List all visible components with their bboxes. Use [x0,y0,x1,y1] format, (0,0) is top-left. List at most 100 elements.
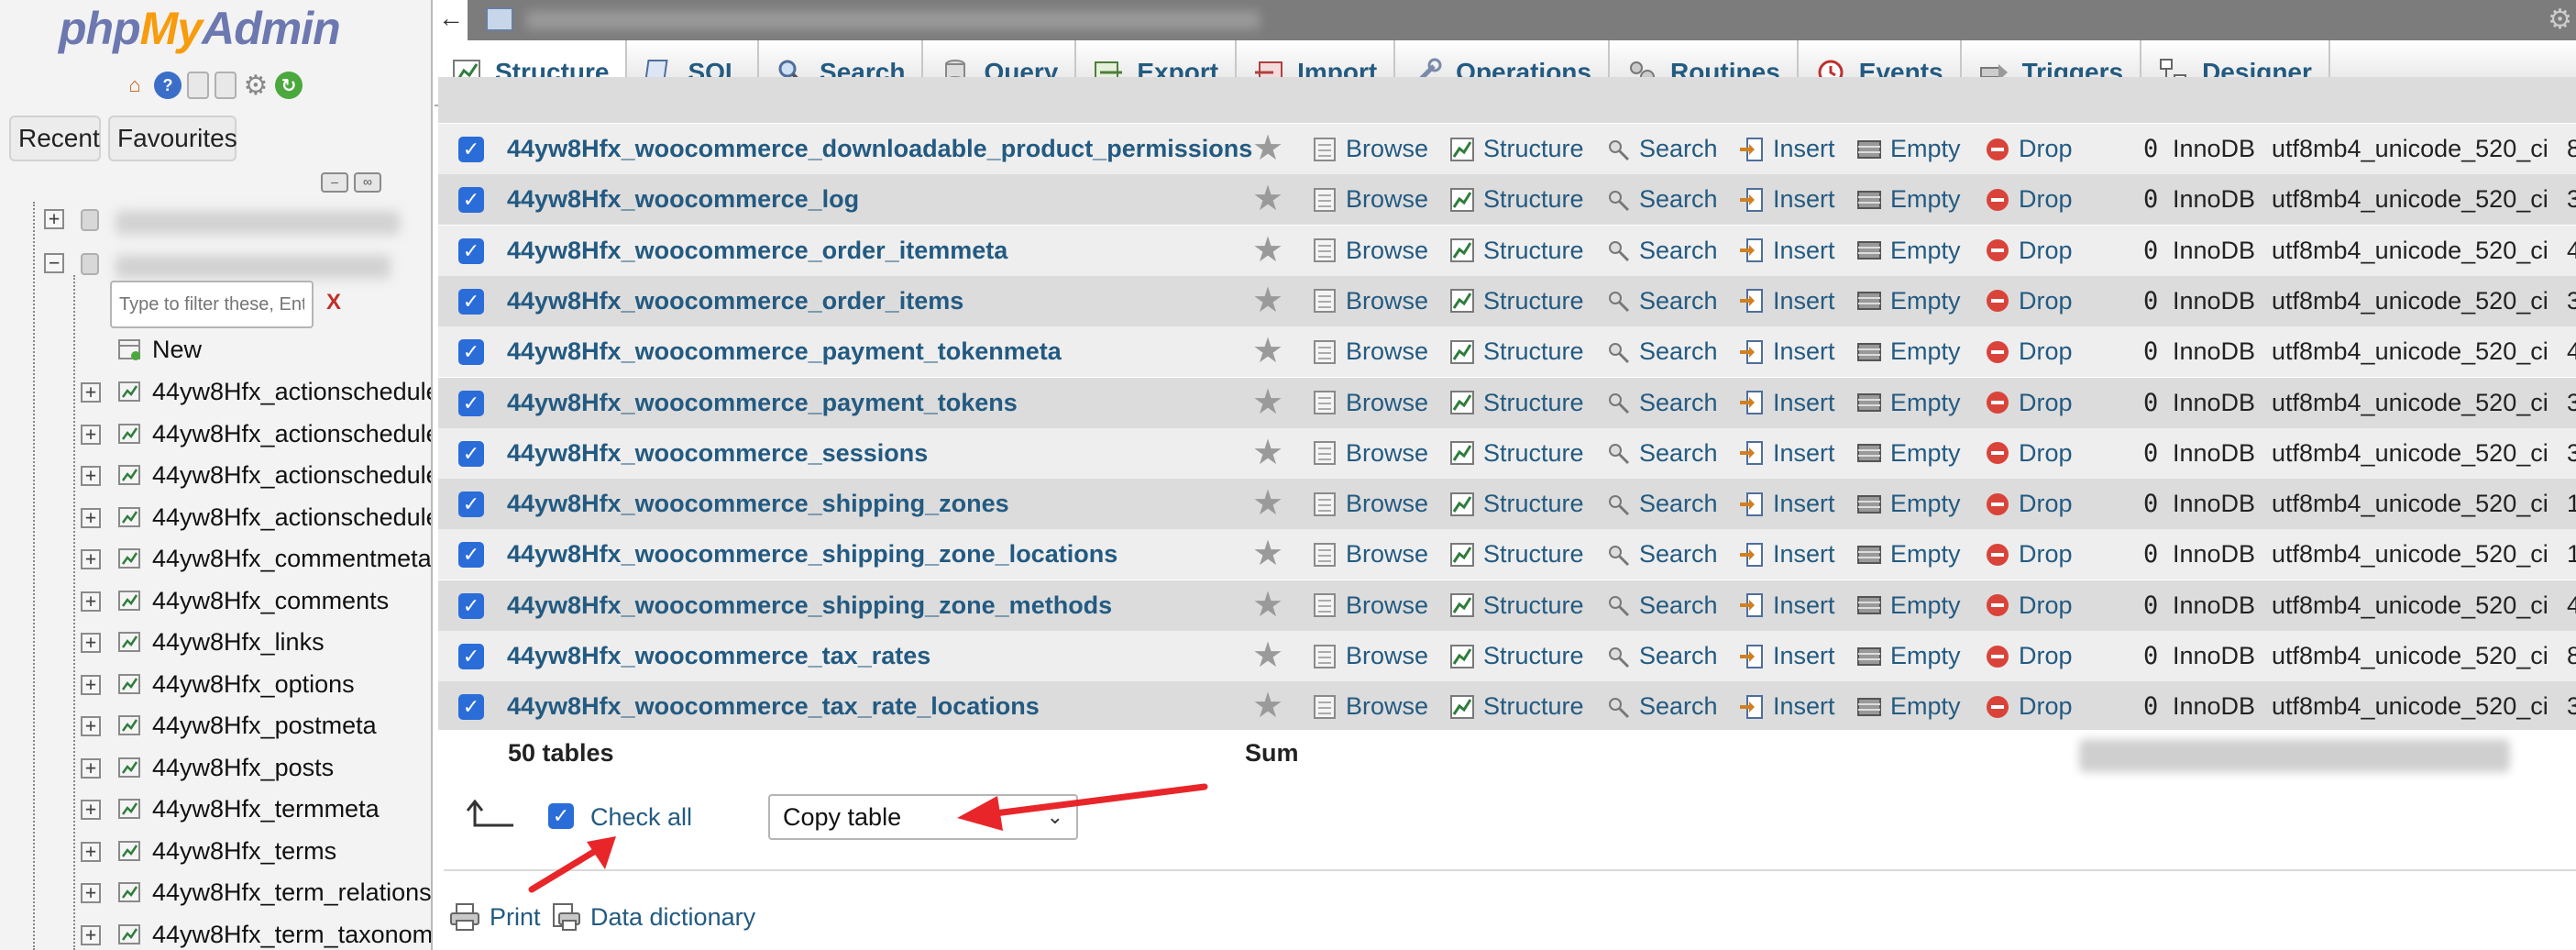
row-checkbox[interactable]: ✓ [458,694,484,721]
expand-table-icon[interactable]: + [81,883,101,903]
expand-table-icon[interactable]: + [81,424,101,445]
structure-action-link[interactable]: Structure [1448,642,1584,670]
browse-action-link[interactable]: Browse [1311,692,1428,721]
insert-action-link[interactable]: Insert [1738,337,1835,366]
empty-action-link[interactable]: Empty [1855,135,1961,163]
structure-action-link[interactable]: Structure [1448,287,1584,315]
browse-action-link[interactable]: Browse [1311,439,1428,468]
insert-action-link[interactable]: Insert [1738,389,1835,417]
structure-action-link[interactable]: Structure [1448,135,1584,163]
drop-action-link[interactable]: Drop [1984,439,2073,468]
expand-table-icon[interactable]: + [81,591,101,612]
structure-action-link[interactable]: Structure [1448,439,1584,468]
empty-action-link[interactable]: Empty [1855,287,1961,315]
insert-action-link[interactable]: Insert [1738,439,1835,468]
expand-table-icon[interactable]: + [81,633,101,653]
structure-action-link[interactable]: Structure [1448,337,1584,366]
browse-action-link[interactable]: Browse [1311,389,1428,417]
drop-action-link[interactable]: Drop [1984,237,2073,265]
insert-action-link[interactable]: Insert [1738,135,1835,163]
table-name-link[interactable]: 44yw8Hfx_woocommerce_downloadable_produc… [507,135,1252,163]
structure-action-link[interactable]: Structure [1448,237,1584,265]
favourite-star-icon[interactable]: ★ [1252,131,1283,166]
insert-action-link[interactable]: Insert [1738,490,1835,518]
favourite-star-icon[interactable]: ★ [1252,588,1283,623]
insert-action-link[interactable]: Insert [1738,692,1835,721]
table-name-link[interactable]: 44yw8Hfx_woocommerce_order_items [507,287,963,315]
empty-action-link[interactable]: Empty [1855,490,1961,518]
browse-action-link[interactable]: Browse [1311,540,1428,569]
favourites-button[interactable]: Favourites [108,116,237,161]
row-checkbox[interactable]: ✓ [458,137,484,162]
row-checkbox[interactable]: ✓ [458,390,484,416]
row-checkbox[interactable]: ✓ [458,644,484,669]
browse-action-link[interactable]: Browse [1311,642,1428,670]
browse-action-link[interactable]: Browse [1311,185,1428,214]
insert-action-link[interactable]: Insert [1738,540,1835,569]
home-icon[interactable]: ⌂ [121,72,149,99]
docs-icon[interactable] [187,72,209,99]
expand-db-icon[interactable]: + [44,209,64,229]
favourite-star-icon[interactable]: ★ [1252,536,1283,571]
expand-table-icon[interactable]: + [81,382,101,403]
row-checkbox[interactable]: ✓ [458,440,484,467]
structure-action-link[interactable]: Structure [1448,185,1584,214]
drop-action-link[interactable]: Drop [1984,135,2073,163]
browse-action-link[interactable]: Browse [1311,287,1428,315]
favourite-star-icon[interactable]: ★ [1252,385,1283,420]
row-checkbox[interactable]: ✓ [458,187,484,214]
expand-table-icon[interactable]: + [81,466,101,486]
search-action-link[interactable]: Search [1604,642,1718,670]
collapse-nav-button[interactable]: ← [435,0,468,40]
structure-action-link[interactable]: Structure [1448,591,1584,620]
table-name-link[interactable]: 44yw8Hfx_woocommerce_tax_rate_locations [507,692,1040,721]
table-name-link[interactable]: 44yw8Hfx_woocommerce_log [507,185,859,214]
insert-action-link[interactable]: Insert [1738,185,1835,214]
check-all-label[interactable]: Check all [590,803,692,832]
database-name-redacted[interactable] [116,211,400,235]
browse-action-link[interactable]: Browse [1311,135,1428,163]
drop-action-link[interactable]: Drop [1984,337,2073,366]
row-checkbox[interactable]: ✓ [458,238,484,264]
expand-table-icon[interactable]: + [81,716,101,736]
insert-action-link[interactable]: Insert [1738,237,1835,265]
search-action-link[interactable]: Search [1604,540,1718,569]
table-name-link[interactable]: 44yw8Hfx_woocommerce_payment_tokenmeta [507,337,1062,366]
favourite-star-icon[interactable]: ★ [1252,689,1283,724]
empty-action-link[interactable]: Empty [1855,389,1961,417]
drop-action-link[interactable]: Drop [1984,389,2073,417]
favourite-star-icon[interactable]: ★ [1252,436,1283,470]
sql-docs-icon[interactable] [215,72,237,99]
browse-action-link[interactable]: Browse [1311,591,1428,620]
empty-action-link[interactable]: Empty [1855,337,1961,366]
drop-action-link[interactable]: Drop [1984,490,2073,518]
expand-table-icon[interactable]: + [81,757,101,779]
empty-action-link[interactable]: Empty [1855,540,1961,569]
table-name-link[interactable]: 44yw8Hfx_woocommerce_shipping_zones [507,490,1009,518]
row-checkbox[interactable]: ✓ [458,339,484,366]
phpmyadmin-logo[interactable]: phpMyAdmin [59,2,341,55]
row-checkbox[interactable]: ✓ [458,542,484,569]
insert-action-link[interactable]: Insert [1738,642,1835,670]
expand-table-icon[interactable]: + [81,841,101,862]
help-icon[interactable]: ? [154,72,182,99]
collapse-db-icon[interactable]: − [44,253,64,273]
recent-button[interactable]: Recent [9,116,101,161]
expand-table-icon[interactable]: + [81,549,101,569]
search-action-link[interactable]: Search [1604,490,1718,518]
search-action-link[interactable]: Search [1604,591,1718,620]
table-name-link[interactable]: 44yw8Hfx_woocommerce_sessions [507,439,928,468]
drop-action-link[interactable]: Drop [1984,591,2073,620]
expand-table-icon[interactable]: + [81,507,101,528]
drop-action-link[interactable]: Drop [1984,642,2073,670]
with-selected-dropdown[interactable]: Copy table ⌄ [768,794,1078,840]
row-checkbox[interactable]: ✓ [458,288,484,315]
drop-action-link[interactable]: Drop [1984,185,2073,214]
table-name-link[interactable]: 44yw8Hfx_woocommerce_tax_rates [507,642,930,670]
expand-table-icon[interactable]: + [81,800,101,820]
reload-icon[interactable]: ↻ [275,72,303,99]
browse-action-link[interactable]: Browse [1311,490,1428,518]
insert-action-link[interactable]: Insert [1738,591,1835,620]
row-checkbox[interactable]: ✓ [458,492,484,518]
favourite-star-icon[interactable]: ★ [1252,182,1283,216]
